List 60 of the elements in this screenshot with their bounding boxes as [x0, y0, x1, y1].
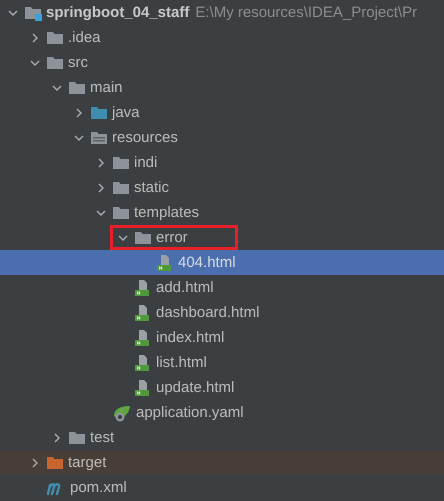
file-name: update.html — [156, 379, 234, 396]
folder-icon — [46, 30, 64, 46]
file-name: .idea — [68, 29, 101, 46]
folder-icon — [134, 230, 152, 246]
folder-icon — [46, 454, 64, 470]
tree-row[interactable]: application.yaml — [0, 400, 444, 425]
file-name: error — [156, 229, 188, 246]
tree-row[interactable]: resources — [0, 125, 444, 150]
html-file-icon — [156, 254, 174, 272]
file-name: indi — [134, 154, 158, 171]
file-name: pom.xml — [70, 479, 127, 496]
tree-row[interactable]: test — [0, 425, 444, 450]
file-name: index.html — [156, 329, 224, 346]
folder-icon — [112, 180, 130, 196]
tree-row[interactable]: templates — [0, 200, 444, 225]
file-name: main — [90, 79, 123, 96]
leaf-gear-icon — [112, 404, 132, 422]
file-name: target — [68, 454, 106, 471]
file-name: static — [134, 179, 170, 196]
tree-row[interactable]: main — [0, 75, 444, 100]
tree-row[interactable]: add.html — [0, 275, 444, 300]
folder-icon — [46, 54, 64, 70]
tree-row[interactable]: src — [0, 50, 444, 75]
file-name: templates — [134, 204, 200, 221]
html-file-icon — [134, 278, 152, 296]
tree-row[interactable]: java — [0, 100, 444, 125]
tree-row[interactable]: springboot_04_staff E:\My resources\IDEA_Project\Pr — [0, 0, 444, 25]
file-name: list.html — [156, 354, 207, 371]
tree-row[interactable]: list.html — [0, 350, 444, 375]
folder-icon — [112, 204, 130, 220]
folder-icon — [24, 4, 42, 20]
tree-row[interactable]: indi — [0, 150, 444, 175]
folder-icon — [112, 154, 130, 170]
folder-icon — [68, 80, 86, 96]
tree-row[interactable]: pom.xml — [0, 475, 444, 500]
tree-row[interactable]: error — [0, 225, 444, 250]
folder-icon — [90, 130, 108, 146]
tree-row[interactable]: static — [0, 175, 444, 200]
html-file-icon — [134, 378, 152, 396]
file-name: java — [112, 104, 140, 121]
folder-icon — [68, 430, 86, 446]
html-file-icon — [134, 304, 152, 322]
file-name: src — [68, 54, 88, 71]
file-name: 404.html — [178, 254, 236, 271]
tree-row[interactable]: 404.html — [0, 250, 444, 275]
file-name: springboot_04_staff — [46, 4, 190, 21]
file-name: test — [90, 429, 114, 446]
html-file-icon — [134, 328, 152, 346]
file-name: add.html — [156, 279, 214, 296]
file-name: dashboard.html — [156, 304, 260, 321]
html-file-icon — [134, 354, 152, 372]
tree-row[interactable]: target — [0, 450, 444, 475]
file-name: application.yaml — [136, 404, 244, 421]
tree-row[interactable]: update.html — [0, 375, 444, 400]
folder-icon — [90, 104, 108, 120]
tree-row[interactable]: dashboard.html — [0, 300, 444, 325]
tree-row[interactable]: index.html — [0, 325, 444, 350]
project-path: E:\My resources\IDEA_Project\Pr — [195, 4, 418, 21]
tree-row[interactable]: .idea — [0, 25, 444, 50]
file-name: resources — [112, 129, 178, 146]
